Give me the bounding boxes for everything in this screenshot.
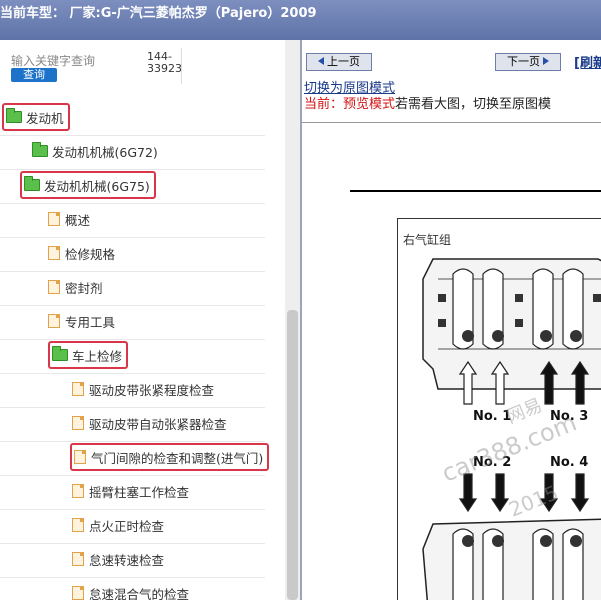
tree-row[interactable]: 密封剂	[0, 271, 265, 306]
tree-item-label: 车上检修	[72, 348, 123, 364]
next-page-button[interactable]: 下一页	[495, 53, 561, 71]
tree-item[interactable]: 摇臂柱塞工作检查	[70, 480, 193, 502]
folder-icon	[52, 346, 68, 361]
page-icon	[72, 416, 84, 430]
prev-page-button[interactable]: 上一页	[306, 53, 372, 71]
code-label: 144-33923	[147, 50, 182, 75]
tree-item[interactable]: 怠速转速检查	[70, 548, 168, 570]
page-nav: 上一页 下一页 [刷新	[302, 40, 601, 80]
tree-item-label: 专用工具	[65, 314, 116, 330]
tree-item-label: 点火正时检查	[89, 518, 165, 534]
tree-row[interactable]: 发动机机械(6G75)	[0, 169, 265, 204]
tree-item[interactable]: 发动机机械(6G75)	[20, 171, 156, 199]
tree-item-label: 摇臂柱塞工作检查	[89, 484, 190, 500]
tree-row[interactable]: 检修规格	[0, 237, 265, 272]
content-panel: 上一页 下一页 [刷新 切换为原图模式 当前：预览模式若需看大图，切换至原图模 …	[302, 40, 601, 600]
folder-icon	[6, 108, 22, 123]
tree-item-label: 密封剂	[65, 280, 103, 296]
diagram-figure: 右气缸组 No. 1 No. 3 No. 2 No. 4 car388.com …	[397, 218, 601, 600]
tree-item[interactable]: 发动机	[2, 103, 70, 131]
tree-row[interactable]: 摇臂柱塞工作检查	[0, 475, 265, 510]
divider	[302, 122, 601, 123]
tree-item-label: 发动机机械(6G75)	[44, 178, 150, 194]
tree-item[interactable]: 驱动皮带张紧程度检查	[70, 378, 218, 400]
cylinder-label: No. 4	[550, 455, 589, 470]
tree-item[interactable]: 专用工具	[46, 310, 119, 332]
mode-status: 当前：预览模式若需看大图，切换至原图模	[304, 93, 551, 112]
refresh-link[interactable]: [刷新	[574, 52, 601, 71]
tree-item-label: 怠速混合气的检查	[89, 586, 190, 600]
tree-item[interactable]: 驱动皮带自动张紧器检查	[70, 412, 231, 434]
title-bar: 当前车型： 厂家:G-广汽三菱帕杰罗（Pajero）2009	[0, 0, 601, 40]
query-button[interactable]: 查询	[11, 68, 57, 82]
page-icon	[48, 212, 60, 226]
tree-item[interactable]: 发动机机械(6G72)	[30, 140, 162, 162]
tree-item[interactable]: 概述	[46, 208, 94, 230]
page-icon	[72, 382, 84, 396]
folder-icon	[24, 176, 40, 191]
vehicle-title: 当前车型： 厂家:G-广汽三菱帕杰罗（Pajero）2009	[0, 6, 317, 21]
arrow-right-icon	[543, 57, 549, 65]
tree-item[interactable]: 密封剂	[46, 276, 107, 298]
tree-item[interactable]: 点火正时检查	[70, 514, 168, 536]
tree-row[interactable]: 驱动皮带自动张紧器检查	[0, 407, 265, 442]
tree-panel: 输入关键字查询 查询 144-33923 发动机发动机机械(6G72) 发动机机械…	[0, 40, 300, 600]
tree-item[interactable]: 怠速混合气的检查	[70, 582, 193, 600]
mode-name: 预览模式	[343, 97, 396, 112]
tree-row[interactable]: 怠速转速检查	[0, 543, 265, 578]
tree-row[interactable]: 怠速混合气的检查	[0, 577, 265, 600]
page-icon	[72, 586, 84, 600]
tree-item-label: 检修规格	[65, 246, 116, 262]
tree-row[interactable]: 发动机机械(6G72)	[0, 135, 265, 170]
page-icon	[48, 246, 60, 260]
arrow-left-icon	[318, 57, 324, 65]
tree-row[interactable]: 驱动皮带张紧程度检查	[0, 373, 265, 408]
mode-hint: 若需看大图，切换至原图模	[395, 97, 552, 112]
tree-row[interactable]: 车上检修	[0, 339, 265, 374]
tree-item[interactable]: 气门间隙的检查和调整(进气门)	[70, 443, 270, 471]
tree-item-label: 气门间隙的检查和调整(进气门)	[91, 450, 264, 466]
scrollbar-thumb[interactable]	[287, 310, 298, 600]
search-input[interactable]: 输入关键字查询	[11, 52, 95, 69]
tree-row[interactable]: 点火正时检查	[0, 509, 265, 544]
next-page-label: 下一页	[507, 55, 540, 68]
page-icon	[48, 280, 60, 294]
tree-item-label: 发动机	[26, 110, 64, 126]
divider	[181, 48, 182, 84]
tree-item-label: 概述	[65, 212, 91, 228]
page-icon	[74, 450, 86, 464]
mode-prefix: 当前：	[304, 97, 344, 112]
section-rule	[350, 190, 601, 192]
tree-item-label: 驱动皮带自动张紧器检查	[89, 416, 227, 432]
tree-item-label: 怠速转速检查	[89, 552, 165, 568]
page-icon	[72, 484, 84, 498]
tree-item[interactable]: 车上检修	[48, 341, 129, 369]
page-icon	[48, 314, 60, 328]
tree-item[interactable]: 检修规格	[46, 242, 119, 264]
tree-scrollbar[interactable]	[285, 40, 300, 600]
tree-item-label: 驱动皮带张紧程度检查	[89, 382, 215, 398]
tree-item-label: 发动机机械(6G72)	[52, 144, 158, 160]
page-icon	[72, 552, 84, 566]
tree-row[interactable]: 概述	[0, 203, 265, 238]
tree-row[interactable]: 气门间隙的检查和调整(进气门)	[0, 441, 270, 476]
prev-page-label: 上一页	[327, 55, 360, 68]
page-icon	[72, 518, 84, 532]
tree-row[interactable]: 发动机	[0, 101, 265, 136]
tree-row[interactable]: 专用工具	[0, 305, 265, 340]
folder-icon	[32, 142, 48, 157]
